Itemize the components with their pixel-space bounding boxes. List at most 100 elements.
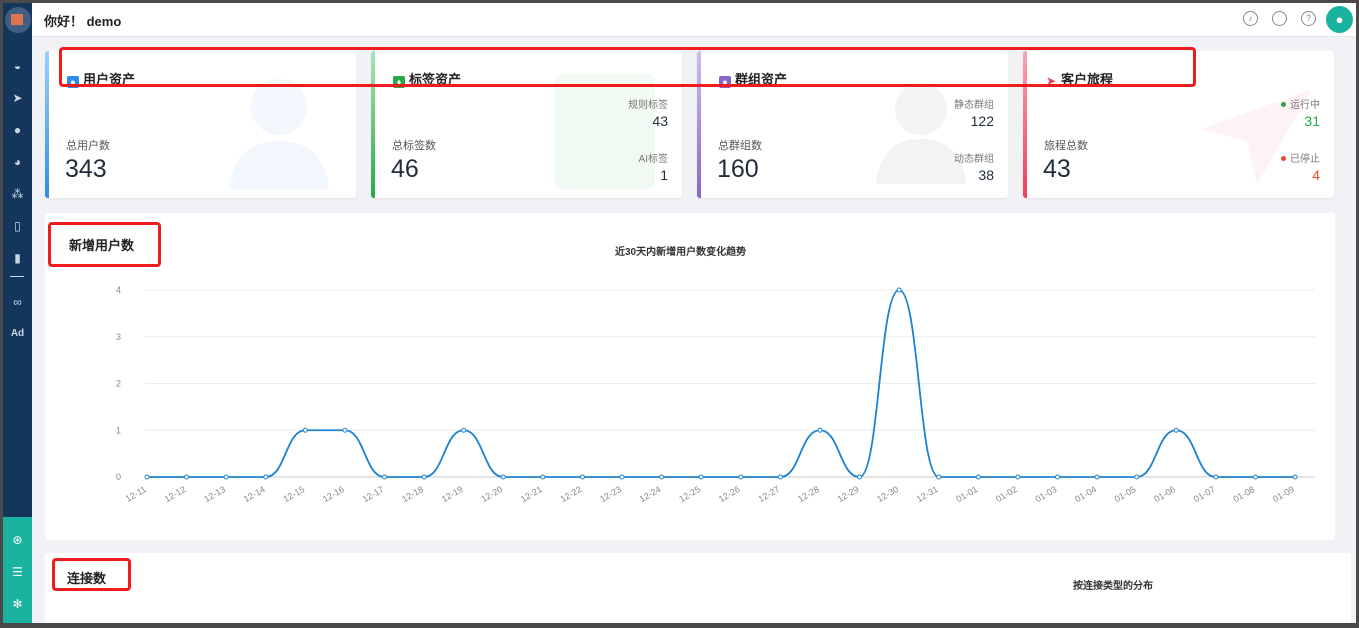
x-tick-label: 12-30 bbox=[875, 484, 900, 504]
data-point bbox=[1173, 427, 1179, 433]
data-point bbox=[223, 474, 229, 480]
hub-icon[interactable]: ⊛ bbox=[3, 531, 32, 549]
data-point bbox=[579, 474, 585, 480]
x-tick-label: 12-13 bbox=[202, 484, 227, 504]
ad-menu[interactable]: Ad bbox=[3, 328, 32, 339]
x-tick-label: 12-19 bbox=[440, 484, 465, 504]
help-icon[interactable]: ? bbox=[1301, 11, 1316, 26]
x-tick-label: 01-06 bbox=[1152, 484, 1177, 504]
data-point bbox=[263, 474, 269, 480]
journey-bg-icon bbox=[1202, 89, 1312, 184]
static-groups-value: 122 bbox=[970, 113, 994, 129]
x-tick-label: 01-09 bbox=[1271, 484, 1296, 504]
sidebar-bottom: ⊛ ☰ ✻ bbox=[3, 517, 32, 623]
user-icon[interactable]: ● bbox=[3, 121, 32, 139]
stopped-dot bbox=[1281, 156, 1286, 161]
data-point bbox=[936, 474, 942, 480]
ai-tags-value: 1 bbox=[660, 167, 668, 183]
data-point bbox=[659, 474, 665, 480]
data-point bbox=[1054, 474, 1060, 480]
card-label: 总标签数 bbox=[392, 140, 436, 152]
x-tick-label: 01-03 bbox=[1034, 484, 1059, 504]
group-bg-icon bbox=[876, 83, 966, 184]
tag-bg-icon bbox=[555, 74, 655, 189]
card-value: 160 bbox=[717, 155, 759, 183]
data-point bbox=[896, 287, 902, 293]
card-value: 343 bbox=[65, 155, 107, 183]
data-point bbox=[421, 474, 427, 480]
data-point bbox=[1252, 474, 1258, 480]
new-users-panel: 新增用户数 近30天内新增用户数变化趋势 0 1 2 3 4 12-11 12-12 12-1… bbox=[45, 213, 1335, 540]
data-point bbox=[1134, 474, 1140, 480]
card-accent-bar bbox=[45, 51, 49, 198]
layers-icon[interactable]: ☰ bbox=[3, 563, 32, 581]
x-tick-label: 12-31 bbox=[915, 484, 940, 504]
sidebar: ◒ ➤ ● ◕ ⁂ ▯ ▮ ∞ Ad ⊛ ☰ ✻ bbox=[3, 3, 32, 623]
user-bg-icon bbox=[229, 79, 329, 189]
data-point bbox=[342, 427, 348, 433]
data-point bbox=[144, 474, 150, 480]
card-label: 总群组数 bbox=[718, 140, 762, 152]
x-tick-label: 12-17 bbox=[361, 484, 386, 504]
data-point bbox=[1094, 474, 1100, 480]
y-tick-label: 0 bbox=[116, 472, 121, 482]
card-value: 46 bbox=[391, 155, 419, 183]
data-point bbox=[302, 427, 308, 433]
users-icon[interactable]: ◕ bbox=[3, 153, 32, 171]
data-point bbox=[698, 474, 704, 480]
data-point bbox=[461, 427, 467, 433]
avatar[interactable]: ● bbox=[1326, 6, 1353, 33]
bell-icon[interactable]: ♪ bbox=[1243, 11, 1258, 26]
data-point bbox=[1015, 474, 1021, 480]
x-tick-label: 01-08 bbox=[1231, 484, 1256, 504]
sidebar-divider bbox=[10, 276, 24, 277]
ai-tags-label: AI标签 bbox=[638, 154, 668, 165]
x-tick-label: 12-24 bbox=[638, 484, 663, 504]
connections-panel: 连接数 按连接类型的分布 bbox=[45, 553, 1351, 623]
y-tick-label: 2 bbox=[116, 379, 121, 389]
running-value: 31 bbox=[1304, 113, 1320, 129]
data-point bbox=[619, 474, 625, 480]
card-label: 旅程总数 bbox=[1044, 140, 1088, 152]
static-groups-label: 静态群组 bbox=[954, 100, 994, 111]
data-point bbox=[777, 474, 783, 480]
stopped-value: 4 bbox=[1312, 167, 1320, 183]
x-tick-label: 12-28 bbox=[796, 484, 821, 504]
running-label: 运行中 bbox=[1281, 96, 1320, 111]
new-users-line-chart: 0 1 2 3 4 12-11 12-12 12-13 12-14 12-15 12-16 12-17… bbox=[116, 285, 1315, 504]
data-point bbox=[540, 474, 546, 480]
x-tick-label: 12-16 bbox=[321, 484, 346, 504]
stopped-label: 已停止 bbox=[1281, 150, 1320, 165]
data-point bbox=[1292, 474, 1298, 480]
x-tick-label: 12-20 bbox=[479, 484, 504, 504]
data-point bbox=[817, 427, 823, 433]
data-point bbox=[500, 474, 506, 480]
x-tick-label: 12-23 bbox=[598, 484, 623, 504]
dynamic-groups-value: 38 bbox=[978, 167, 994, 183]
wechat-icon[interactable]: ∞ bbox=[3, 293, 32, 311]
x-tick-label: 01-01 bbox=[954, 484, 979, 504]
x-tick-label: 12-15 bbox=[281, 484, 306, 504]
x-tick-label: 12-11 bbox=[124, 484, 148, 504]
bookmark-icon[interactable]: ▯ bbox=[3, 217, 32, 235]
data-point bbox=[738, 474, 744, 480]
x-tick-label: 12-27 bbox=[756, 484, 781, 504]
send-icon[interactable]: ➤ bbox=[3, 89, 32, 107]
chart-title: 按连接类型的分布 bbox=[1073, 581, 1153, 592]
chat-icon[interactable] bbox=[1272, 11, 1287, 26]
x-tick-label: 01-07 bbox=[1192, 484, 1217, 504]
gear-icon[interactable]: ✻ bbox=[3, 595, 32, 613]
cluster-icon[interactable]: ⁂ bbox=[3, 185, 32, 203]
data-point bbox=[1213, 474, 1219, 480]
app-logo bbox=[5, 7, 31, 33]
bar-chart-icon[interactable]: ▮ bbox=[3, 249, 32, 267]
x-tick-label: 01-04 bbox=[1073, 484, 1098, 504]
x-tick-label: 12-25 bbox=[677, 484, 702, 504]
dashboard-icon[interactable]: ◒ bbox=[3, 57, 32, 75]
annotation-box-cards bbox=[59, 47, 1196, 87]
app-frame: ◒ ➤ ● ◕ ⁂ ▯ ▮ ∞ Ad ⊛ ☰ ✻ 你好！ demo ♪ ? ● … bbox=[3, 3, 1356, 623]
x-tick-label: 12-14 bbox=[242, 484, 267, 504]
top-header: 你好！ demo ♪ ? ● bbox=[32, 3, 1356, 37]
x-tick-label: 12-12 bbox=[163, 484, 188, 504]
x-tick-label: 12-22 bbox=[559, 484, 584, 504]
